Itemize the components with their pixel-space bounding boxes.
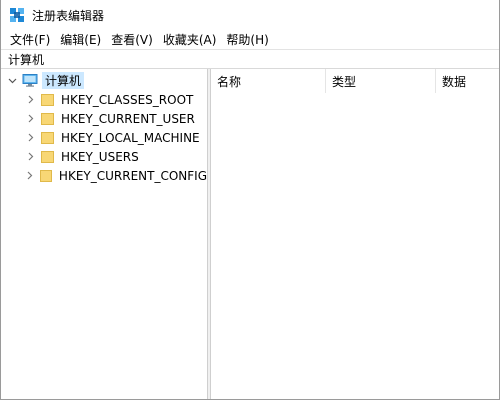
folder-icon <box>41 93 54 106</box>
menu-bar: 文件(F) 编辑(E) 查看(V) 收藏夹(A) 帮助(H) <box>1 30 499 49</box>
tree-item-hkey-users[interactable]: HKEY_USERS <box>1 147 207 166</box>
tree-item-hkey-classes-root[interactable]: HKEY_CLASSES_ROOT <box>1 90 207 109</box>
chevron-right-icon[interactable] <box>24 128 36 147</box>
tree-item-label: HKEY_CURRENT_CONFIG <box>58 168 207 183</box>
folder-icon <box>39 169 52 182</box>
folder-icon <box>41 112 54 125</box>
registry-editor-window: 注册表编辑器 文件(F) 编辑(E) 查看(V) 收藏夹(A) 帮助(H) 计算… <box>0 0 500 400</box>
column-header-data[interactable]: 数据 <box>436 69 499 93</box>
tree-item-label: HKEY_LOCAL_MACHINE <box>61 130 200 145</box>
address-bar[interactable]: 计算机 <box>1 49 499 69</box>
chevron-down-icon[interactable] <box>6 71 18 90</box>
tree-item-hkey-current-user[interactable]: HKEY_CURRENT_USER <box>1 109 207 128</box>
chevron-right-icon[interactable] <box>24 90 36 109</box>
computer-icon <box>22 74 38 87</box>
folder-icon <box>41 150 54 163</box>
content-panes: 计算机 HKEY_CLASSES_ROOT HKEY_CURRENT_USER <box>1 69 499 399</box>
menu-view[interactable]: 查看(V) <box>106 31 158 48</box>
address-path[interactable]: 计算机 <box>8 51 44 68</box>
tree-item-label: HKEY_USERS <box>61 149 139 164</box>
menu-edit[interactable]: 编辑(E) <box>55 31 106 48</box>
menu-favorites[interactable]: 收藏夹(A) <box>158 31 222 48</box>
tree-item-label: 计算机 <box>42 72 85 89</box>
column-header-label: 名称 <box>217 74 242 89</box>
chevron-right-icon[interactable] <box>24 166 35 185</box>
title-bar[interactable]: 注册表编辑器 <box>1 0 499 30</box>
column-header-label: 数据 <box>442 74 467 89</box>
tree-item-computer[interactable]: 计算机 <box>1 71 207 90</box>
tree-item-label: HKEY_CURRENT_USER <box>61 111 195 126</box>
column-header-name[interactable]: 名称 <box>211 69 326 93</box>
column-header-type[interactable]: 类型 <box>326 69 436 93</box>
column-header-label: 类型 <box>332 74 357 89</box>
chevron-right-icon[interactable] <box>24 147 36 166</box>
window-title: 注册表编辑器 <box>32 8 105 23</box>
chevron-right-icon[interactable] <box>24 109 36 128</box>
menu-help[interactable]: 帮助(H) <box>221 31 273 48</box>
folder-icon <box>41 131 54 144</box>
tree-item-hkey-current-config[interactable]: HKEY_CURRENT_CONFIG <box>1 166 207 185</box>
tree-pane[interactable]: 计算机 HKEY_CLASSES_ROOT HKEY_CURRENT_USER <box>1 69 207 399</box>
menu-file[interactable]: 文件(F) <box>5 31 55 48</box>
tree-item-hkey-local-machine[interactable]: HKEY_LOCAL_MACHINE <box>1 128 207 147</box>
list-header: 名称 类型 数据 <box>211 69 499 94</box>
values-list-pane[interactable]: 名称 类型 数据 <box>211 69 499 399</box>
registry-editor-icon <box>9 7 25 23</box>
tree-item-label: HKEY_CLASSES_ROOT <box>61 92 194 107</box>
